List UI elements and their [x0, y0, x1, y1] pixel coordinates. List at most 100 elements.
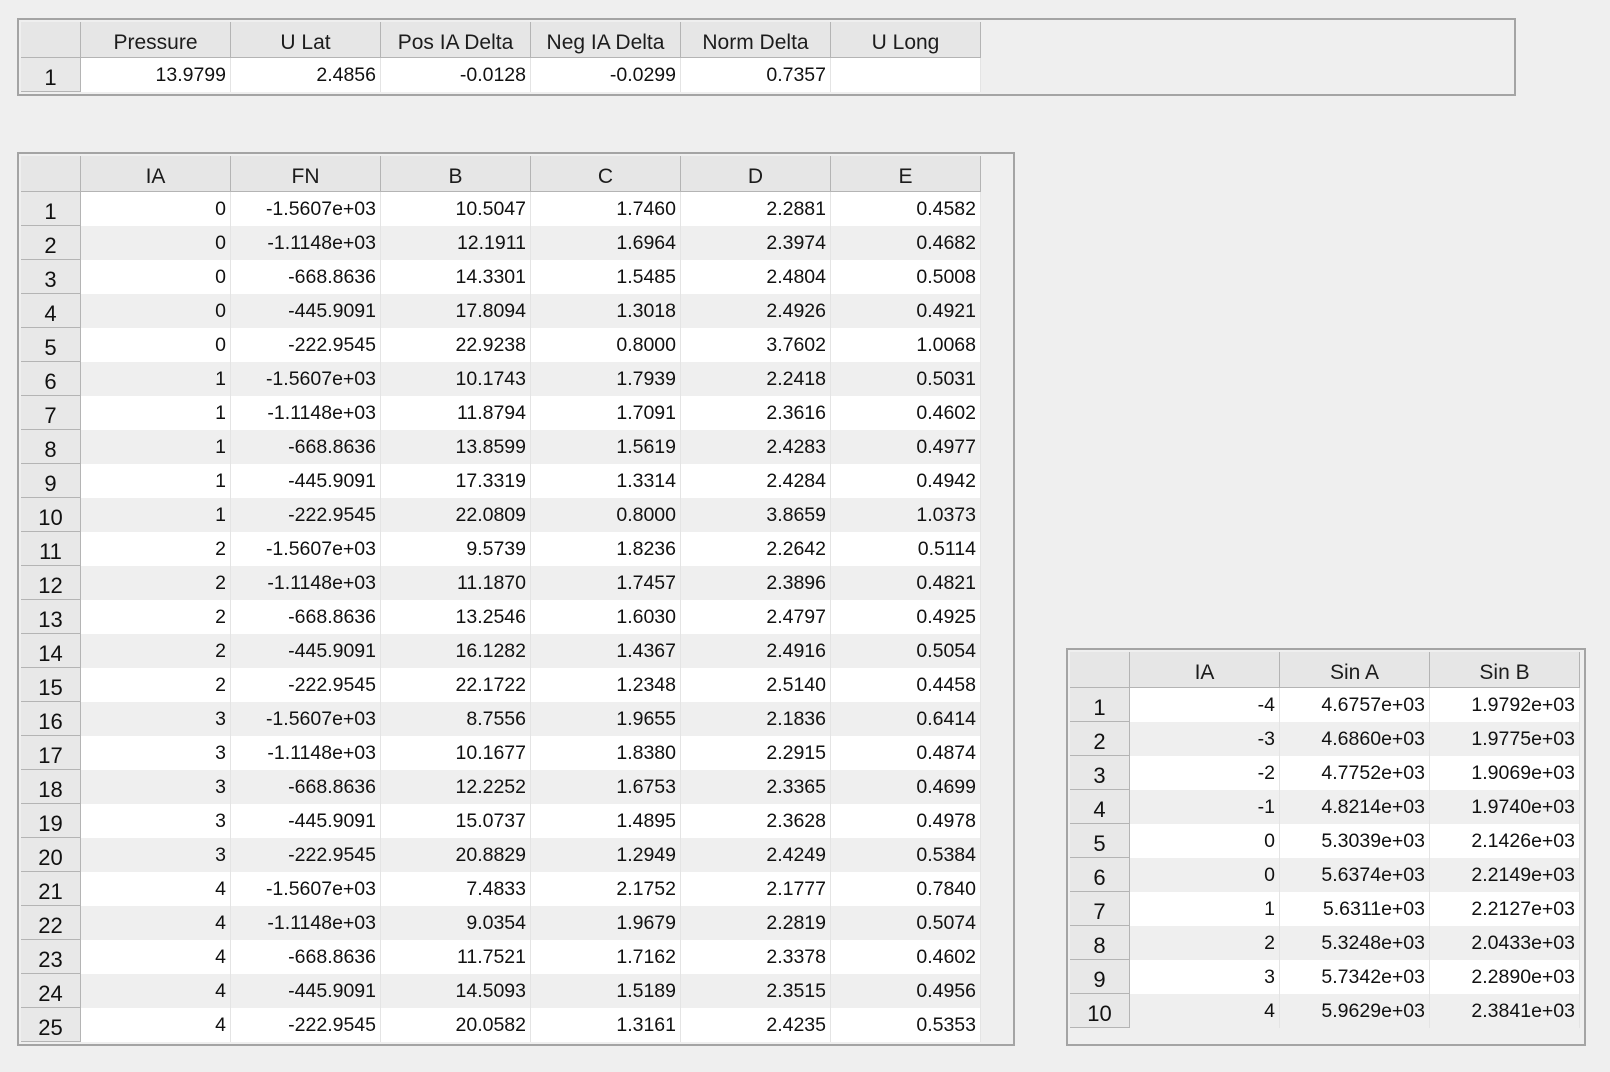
table-cell[interactable]: 2.5140: [681, 668, 831, 702]
table-cell[interactable]: 0: [1130, 824, 1280, 858]
row-header[interactable]: 6: [21, 362, 81, 396]
table-cell[interactable]: -1.5607e+03: [231, 362, 381, 396]
row-header[interactable]: 25: [21, 1008, 81, 1042]
table-cell[interactable]: 4.6860e+03: [1280, 722, 1430, 756]
table-cell[interactable]: 10.5047: [381, 192, 531, 226]
table-cell[interactable]: 15.0737: [381, 804, 531, 838]
row-header[interactable]: 1: [1070, 688, 1130, 722]
table-cell[interactable]: 3: [1130, 960, 1280, 994]
table-cell[interactable]: 2.4249: [681, 838, 831, 872]
table-cell[interactable]: 3: [81, 770, 231, 804]
table-cell[interactable]: 0: [1130, 858, 1280, 892]
table-cell[interactable]: 1: [81, 396, 231, 430]
table-cell[interactable]: 1.8380: [531, 736, 681, 770]
table-cell[interactable]: 1.0373: [831, 498, 981, 532]
row-header[interactable]: 3: [1070, 756, 1130, 790]
table-cell[interactable]: 4.8214e+03: [1280, 790, 1430, 824]
table-cell[interactable]: -0.0128: [381, 58, 531, 92]
row-header[interactable]: 18: [21, 770, 81, 804]
table-cell[interactable]: 2.1836: [681, 702, 831, 736]
table-cell[interactable]: 20.8829: [381, 838, 531, 872]
table-cell[interactable]: 0.4458: [831, 668, 981, 702]
table-cell[interactable]: 22.9238: [381, 328, 531, 362]
table-cell[interactable]: 0.4821: [831, 566, 981, 600]
table-cell[interactable]: 17.8094: [381, 294, 531, 328]
table-cell[interactable]: 0: [81, 294, 231, 328]
table-cell[interactable]: 1: [81, 430, 231, 464]
table-cell[interactable]: -668.8636: [231, 940, 381, 974]
table-cell[interactable]: 1.9655: [531, 702, 681, 736]
table-cell[interactable]: 1.2949: [531, 838, 681, 872]
table-cell[interactable]: 10.1677: [381, 736, 531, 770]
row-header[interactable]: 6: [1070, 858, 1130, 892]
row-header[interactable]: 19: [21, 804, 81, 838]
table-cell[interactable]: 1.3018: [531, 294, 681, 328]
table-cell[interactable]: 2.4916: [681, 634, 831, 668]
row-header[interactable]: 15: [21, 668, 81, 702]
table-cell[interactable]: 0.5114: [831, 532, 981, 566]
table-cell[interactable]: 2.2127e+03: [1430, 892, 1580, 926]
table-cell[interactable]: 2: [1130, 926, 1280, 960]
table-cell[interactable]: 0.4977: [831, 430, 981, 464]
table-cell[interactable]: 9.0354: [381, 906, 531, 940]
table-cell[interactable]: 5.9629e+03: [1280, 994, 1430, 1028]
table-cell[interactable]: 2.3896: [681, 566, 831, 600]
table-cell[interactable]: 0.7357: [681, 58, 831, 92]
table-cell[interactable]: -445.9091: [231, 294, 381, 328]
table-cell[interactable]: 0.4978: [831, 804, 981, 838]
table-cell[interactable]: 1.9775e+03: [1430, 722, 1580, 756]
table-cell[interactable]: 1: [81, 362, 231, 396]
table-cell[interactable]: 3.8659: [681, 498, 831, 532]
table-cell[interactable]: 0.4942: [831, 464, 981, 498]
table-cell[interactable]: 2.2149e+03: [1430, 858, 1580, 892]
table-cell[interactable]: 1.7460: [531, 192, 681, 226]
column-header[interactable]: D: [681, 156, 831, 192]
table-cell[interactable]: 1.4367: [531, 634, 681, 668]
table-cell[interactable]: 4: [81, 974, 231, 1008]
table-cell[interactable]: 2.1777: [681, 872, 831, 906]
table-cell[interactable]: 2.4284: [681, 464, 831, 498]
row-header[interactable]: 17: [21, 736, 81, 770]
row-header[interactable]: 5: [21, 328, 81, 362]
row-header[interactable]: 21: [21, 872, 81, 906]
table-cell[interactable]: 1: [1130, 892, 1280, 926]
table-cell[interactable]: -1.5607e+03: [231, 532, 381, 566]
table-cell[interactable]: 2.3616: [681, 396, 831, 430]
table-cell[interactable]: 2.3515: [681, 974, 831, 1008]
table-cell[interactable]: 0.4874: [831, 736, 981, 770]
table-cell[interactable]: 1: [81, 464, 231, 498]
column-header[interactable]: IA: [1130, 652, 1280, 688]
table-cell[interactable]: 0.7840: [831, 872, 981, 906]
row-header[interactable]: 8: [21, 430, 81, 464]
table-cell[interactable]: [831, 58, 981, 92]
table-cell[interactable]: -222.9545: [231, 1008, 381, 1042]
row-header[interactable]: 24: [21, 974, 81, 1008]
table-cell[interactable]: -1.5607e+03: [231, 192, 381, 226]
row-header[interactable]: 4: [1070, 790, 1130, 824]
table-cell[interactable]: 7.4833: [381, 872, 531, 906]
table-cell[interactable]: 4: [81, 940, 231, 974]
table-cell[interactable]: 1.8236: [531, 532, 681, 566]
table-cell[interactable]: 1.7162: [531, 940, 681, 974]
table-cell[interactable]: 0.4925: [831, 600, 981, 634]
table-cell[interactable]: -1.1148e+03: [231, 396, 381, 430]
table-cell[interactable]: 0.5054: [831, 634, 981, 668]
row-header[interactable]: 9: [21, 464, 81, 498]
table-cell[interactable]: 0.5384: [831, 838, 981, 872]
table-cell[interactable]: 2.1752: [531, 872, 681, 906]
table-cell[interactable]: -1: [1130, 790, 1280, 824]
table-cell[interactable]: -3: [1130, 722, 1280, 756]
table-cell[interactable]: 1.5619: [531, 430, 681, 464]
table-cell[interactable]: 2.3378: [681, 940, 831, 974]
row-header[interactable]: 13: [21, 600, 81, 634]
table-cell[interactable]: 1.7939: [531, 362, 681, 396]
table-cell[interactable]: -668.8636: [231, 430, 381, 464]
table-cell[interactable]: 1.9792e+03: [1430, 688, 1580, 722]
row-header[interactable]: 10: [21, 498, 81, 532]
table-cell[interactable]: 2: [81, 668, 231, 702]
table-cell[interactable]: 2.4283: [681, 430, 831, 464]
table-cell[interactable]: 2.2642: [681, 532, 831, 566]
column-header[interactable]: Sin A: [1280, 652, 1430, 688]
table-cell[interactable]: 1.3161: [531, 1008, 681, 1042]
table-cell[interactable]: 2.2819: [681, 906, 831, 940]
